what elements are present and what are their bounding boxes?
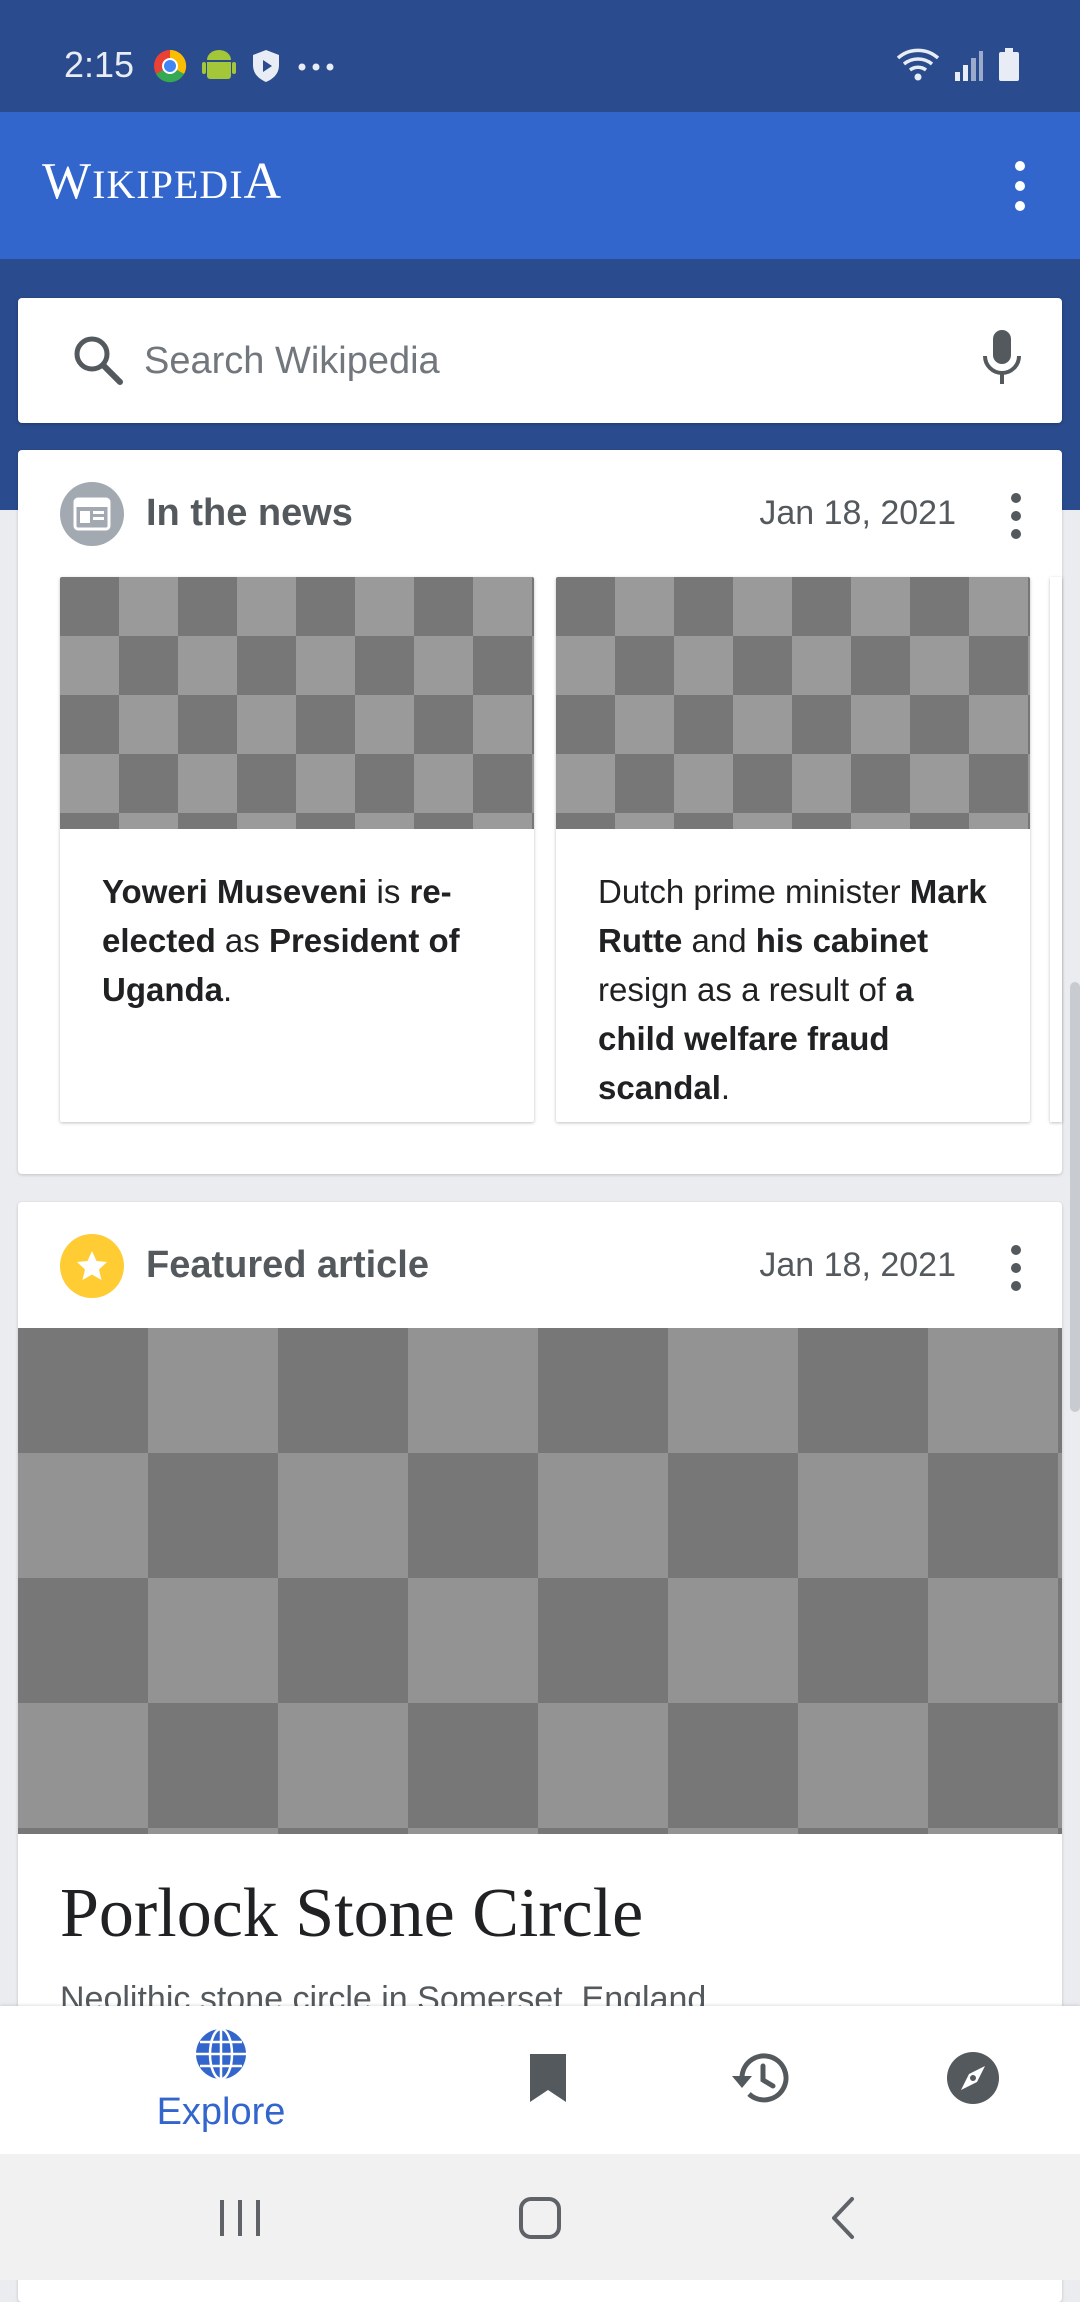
wordmark-first-letter: W: [42, 153, 93, 210]
bold-link-text[interactable]: Yoweri Museveni: [102, 873, 367, 910]
featured-image[interactable]: [18, 1328, 1062, 1834]
wordmark-last-letter: A: [243, 153, 283, 210]
plain-text: .: [720, 1069, 731, 1106]
nav-history[interactable]: [660, 2006, 860, 2154]
chrome-icon: [152, 48, 188, 89]
search-input[interactable]: [142, 328, 966, 394]
card-title: In the news: [146, 492, 353, 534]
shield-icon: [250, 48, 282, 89]
card-menu-icon[interactable]: [1006, 1242, 1026, 1294]
wordmark-middle: IKIPEDI: [92, 162, 244, 207]
plain-text: as: [215, 922, 269, 959]
overflow-menu-icon[interactable]: [1000, 156, 1040, 216]
notification-icons: [152, 48, 336, 89]
mic-icon[interactable]: [980, 328, 1024, 393]
nav-nearby[interactable]: [873, 2006, 1073, 2154]
android-icon: [202, 48, 236, 89]
globe-icon: [193, 2026, 249, 2087]
wikipedia-wordmark: WIKIPEDIA: [42, 152, 282, 211]
recents-icon[interactable]: [218, 2198, 262, 2243]
plain-text: and: [682, 922, 756, 959]
nav-explore[interactable]: Explore: [121, 2006, 321, 2154]
scrollbar-thumb[interactable]: [1070, 982, 1080, 1412]
bookmark-icon: [528, 2052, 568, 2109]
bold-link-text[interactable]: his cabinet: [756, 922, 928, 959]
card-date: Jan 18, 2021: [759, 1246, 956, 1284]
plain-text: Dutch prime minister: [598, 873, 910, 910]
wifi-icon: [896, 48, 940, 87]
search-bar[interactable]: [18, 298, 1062, 423]
placeholder-image: [60, 577, 534, 829]
system-status-icons: [896, 48, 1020, 87]
plain-text: is: [367, 873, 410, 910]
compass-icon: [945, 2050, 1001, 2111]
home-icon[interactable]: [518, 2196, 562, 2245]
news-item[interactable]: Yoweri Museveni is re-elected as Preside…: [60, 577, 534, 1122]
card-title: Featured article: [146, 1244, 429, 1286]
next-news-item-edge: [1050, 577, 1062, 1122]
news-text: Dutch prime minister Mark Rutte and his …: [598, 867, 998, 1112]
more-dots-icon: [296, 60, 336, 78]
article-title: Porlock Stone Circle: [60, 1875, 644, 1952]
status-bar: 2:15: [0, 0, 1080, 112]
back-icon[interactable]: [828, 2196, 858, 2245]
battery-icon: [998, 48, 1020, 87]
signal-icon: [954, 48, 984, 87]
news-item[interactable]: Dutch prime minister Mark Rutte and his …: [556, 577, 1030, 1122]
star-icon: [60, 1234, 124, 1298]
card-menu-icon[interactable]: [1006, 490, 1026, 542]
in-the-news-card: In the news Jan 18, 2021 Yoweri Museveni…: [18, 450, 1062, 1174]
history-icon: [730, 2050, 790, 2111]
status-time: 2:15: [64, 44, 135, 85]
newspaper-icon: [60, 482, 124, 546]
search-icon: [70, 332, 126, 393]
plain-text: resign as a result of: [598, 971, 896, 1008]
news-text: Yoweri Museveni is re-elected as Preside…: [102, 867, 502, 1014]
nav-explore-label: Explore: [156, 2091, 286, 2133]
placeholder-image: [556, 577, 1030, 829]
app-bar: WIKIPEDIA: [0, 112, 1080, 259]
plain-text: .: [223, 971, 233, 1008]
bottom-navigation: Explore: [0, 2006, 1080, 2154]
system-navigation-bar: [0, 2154, 1080, 2280]
card-date: Jan 18, 2021: [759, 494, 956, 532]
nav-saved[interactable]: [448, 2006, 648, 2154]
